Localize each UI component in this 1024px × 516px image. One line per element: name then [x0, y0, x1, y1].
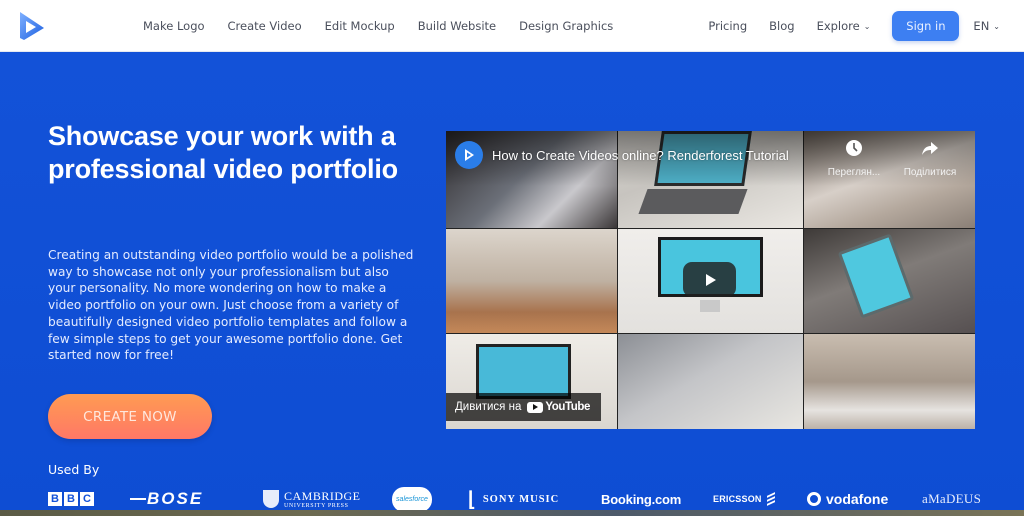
- ericsson-logo: ERICSSON: [713, 486, 775, 512]
- create-now-button[interactable]: CREATE NOW: [48, 394, 212, 439]
- vodafone-logo: vodafone: [807, 486, 888, 512]
- nav-create-video[interactable]: Create Video: [228, 19, 302, 33]
- booking-logo: Booking.com: [601, 491, 682, 507]
- youtube-logo: YouTube: [527, 401, 590, 413]
- bose-logo: BOSE: [130, 486, 203, 512]
- primary-nav: Make Logo Create Video Edit Mockup Build…: [143, 0, 636, 52]
- salesforce-cloud-icon: salesforce: [392, 486, 432, 512]
- play-button[interactable]: [683, 262, 736, 297]
- cambridge-name: CAMBRIDGE: [284, 488, 361, 503]
- client-logos-row: BBC BOSE CAMBRIDGE UNIVERSITY PRESS sale…: [0, 486, 1024, 512]
- renderforest-logo-icon[interactable]: [18, 11, 46, 41]
- bbc-letter: C: [80, 492, 94, 506]
- language-label: EN: [973, 19, 990, 33]
- nav-explore-dropdown[interactable]: Explore ⌄: [817, 19, 871, 33]
- top-navbar: Make Logo Create Video Edit Mockup Build…: [0, 0, 1024, 52]
- secondary-nav: Pricing Blog Explore ⌄ Sign in EN ⌄: [708, 0, 1024, 52]
- video-thumb-tile: [618, 334, 803, 429]
- sign-in-button[interactable]: Sign in: [892, 11, 960, 41]
- play-icon: [705, 273, 716, 286]
- nav-pricing[interactable]: Pricing: [708, 19, 747, 33]
- ericsson-text: ERICSSON: [713, 494, 762, 504]
- video-thumb-tile: [446, 229, 617, 333]
- watch-on-label: Дивитися на: [455, 401, 522, 413]
- chevron-down-icon: ⌄: [993, 22, 1000, 31]
- cambridge-subtitle: UNIVERSITY PRESS: [284, 502, 349, 509]
- explore-label: Explore: [816, 19, 860, 33]
- nav-design-graphics[interactable]: Design Graphics: [519, 19, 613, 33]
- cambridge-crest-icon: [263, 490, 279, 508]
- channel-avatar-icon[interactable]: [455, 141, 483, 169]
- vodafone-speechmark-icon: [807, 492, 821, 506]
- bbc-letter: B: [48, 492, 62, 506]
- chevron-down-icon: ⌄: [863, 22, 871, 31]
- watch-later-button[interactable]: Переглян...: [819, 139, 889, 179]
- watch-on-youtube-button[interactable]: Дивитися на YouTube: [446, 393, 601, 421]
- amadeus-logo: aMaDEUS: [922, 491, 982, 506]
- video-thumb-tile: [804, 334, 975, 429]
- hero-description: Creating an outstanding video portfolio …: [48, 248, 414, 363]
- page-bottom-edge: [0, 510, 1024, 516]
- bbc-letter: B: [64, 492, 78, 506]
- vodafone-text: vodafone: [826, 491, 889, 507]
- ericsson-bars-icon: [766, 492, 775, 506]
- sony-music-text: SONY MUSIC: [482, 493, 560, 505]
- video-title[interactable]: How to Create Videos online? Renderfores…: [492, 148, 789, 163]
- nav-build-website[interactable]: Build Website: [418, 19, 496, 33]
- video-thumb-tile: [804, 229, 975, 333]
- youtube-play-icon: [527, 401, 544, 413]
- salesforce-logo: salesforce: [392, 486, 432, 512]
- bbc-logo: BBC: [48, 486, 96, 512]
- hero-headline: Showcase your work with a professional v…: [48, 121, 398, 184]
- nav-blog[interactable]: Blog: [769, 19, 794, 33]
- cambridge-logo: CAMBRIDGE UNIVERSITY PRESS: [263, 486, 361, 512]
- used-by-label: Used By: [48, 462, 100, 477]
- nav-make-logo[interactable]: Make Logo: [143, 19, 205, 33]
- sony-music-logo: ⌊ SONY MUSIC: [468, 486, 559, 512]
- language-selector[interactable]: EN ⌄: [973, 19, 1000, 33]
- video-player[interactable]: How to Create Videos online? Renderfores…: [446, 131, 975, 429]
- nav-edit-mockup[interactable]: Edit Mockup: [325, 19, 395, 33]
- sony-swoosh-icon: ⌊: [468, 488, 477, 511]
- share-arrow-icon: [921, 139, 939, 157]
- share-button[interactable]: Поділитися: [895, 139, 965, 179]
- clock-icon: [845, 139, 863, 157]
- hero-section: Showcase your work with a professional v…: [0, 52, 1024, 516]
- watch-later-label: Переглян...: [827, 167, 881, 178]
- youtube-wordmark: YouTube: [545, 401, 591, 413]
- share-label: Поділитися: [903, 167, 957, 178]
